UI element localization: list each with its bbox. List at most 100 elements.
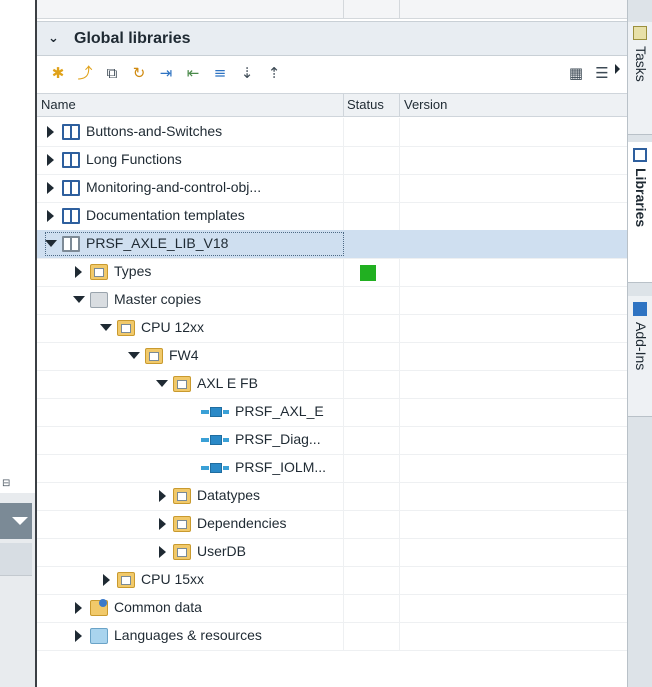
new-library-icon[interactable]: ✱ [49, 64, 67, 82]
book-icon [62, 152, 80, 168]
list-view-icon[interactable]: ☰ [593, 64, 611, 82]
expand-arrow-icon[interactable] [47, 182, 54, 194]
tree-row[interactable]: CPU 15xx [37, 566, 629, 595]
expand-arrow-icon[interactable] [47, 126, 54, 138]
tree-row-label: UserDB [197, 543, 247, 559]
database-icon[interactable]: ≡ [211, 64, 229, 82]
expand-arrow-icon[interactable] [159, 518, 166, 530]
library-toolbar: ✱ ⤴ ⧉ ↻ ⇥ ⇤ ≡ ⇣ ⇡ ▦ ☰ [37, 56, 629, 90]
global-libraries-header[interactable]: ⌄ Global libraries [37, 21, 629, 56]
tree-row[interactable]: AXL E FB [37, 370, 629, 399]
column-status[interactable]: Status [347, 97, 384, 112]
libraries-panel: ⌄ Global libraries ✱ ⤴ ⧉ ↻ ⇥ ⇤ ≡ ⇣ ⇡ ▦ ☰… [35, 0, 629, 687]
left-dropdown-button[interactable] [0, 503, 32, 539]
expand-arrow-icon[interactable] [75, 266, 82, 278]
collapse-arrow-icon[interactable] [156, 380, 168, 387]
folder-icon [173, 544, 191, 560]
tree-row-label: AXL E FB [197, 375, 258, 391]
sort-ascending-icon[interactable]: ⇡ [265, 64, 283, 82]
column-name[interactable]: Name [41, 97, 76, 112]
tree-row[interactable]: Buttons-and-Switches [37, 118, 629, 147]
export-icon[interactable]: ⇥ [157, 64, 175, 82]
tree-row[interactable]: PRSF_Diag... [37, 426, 629, 455]
folder-icon [173, 376, 191, 392]
open-library-icon[interactable]: ⤴ [76, 64, 94, 82]
copy-icon[interactable]: ⧉ [103, 64, 121, 82]
collapse-arrow-icon[interactable] [45, 240, 57, 247]
toolbar-overflow-arrow[interactable] [615, 64, 620, 74]
tree-row[interactable]: PRSF_IOLM... [37, 454, 629, 483]
folder-icon [145, 348, 163, 364]
tree-row[interactable]: PRSF_AXL_E [37, 398, 629, 427]
tasks-icon [633, 26, 647, 40]
tree-row-label: Buttons-and-Switches [86, 123, 223, 139]
tree-row[interactable]: Types [37, 258, 629, 287]
tree-row-label: Long Functions [86, 151, 182, 167]
right-task-cards: Tasks Libraries Add-Ins [627, 0, 652, 687]
previous-table-remnant [37, 0, 629, 19]
tab-label: Libraries [633, 168, 649, 228]
tree-row[interactable]: Long Functions [37, 146, 629, 175]
folder-icon [117, 572, 135, 588]
left-panel-field [0, 543, 32, 576]
update-icon[interactable]: ↻ [130, 64, 148, 82]
tree-row-selected[interactable]: PRSF_AXLE_LIB_V18 [37, 230, 629, 259]
collapse-arrow-icon[interactable] [100, 324, 112, 331]
common-data-icon [90, 599, 108, 616]
split-view-icon[interactable]: ⊟ [2, 478, 12, 490]
tree-row-label: PRSF_Diag... [235, 431, 321, 447]
collapse-arrow-icon[interactable] [73, 296, 85, 303]
tree-row[interactable]: Datatypes [37, 482, 629, 511]
tab-libraries[interactable]: Libraries [628, 142, 652, 283]
tab-label: Add-Ins [633, 322, 649, 371]
tree-row-label: Common data [114, 599, 202, 615]
collapse-arrow-icon[interactable] [128, 352, 140, 359]
function-block-icon [201, 407, 231, 417]
languages-icon [90, 628, 108, 644]
expand-arrow-icon[interactable] [75, 602, 82, 614]
column-version[interactable]: Version [404, 97, 447, 112]
tree-row[interactable]: Monitoring-and-control-obj... [37, 174, 629, 203]
types-folder-icon [90, 264, 108, 280]
expand-arrow-icon[interactable] [103, 574, 110, 586]
status-ok-indicator [360, 265, 376, 281]
tab-add-ins[interactable]: Add-Ins [628, 296, 652, 417]
library-view-icon[interactable]: ▦ [567, 64, 585, 82]
expand-arrow-icon[interactable] [47, 210, 54, 222]
folder-icon [117, 320, 135, 336]
tree-row-label: Master copies [114, 291, 202, 307]
book-grey-icon [62, 236, 80, 252]
tree-row[interactable]: UserDB [37, 538, 629, 567]
expand-arrow-icon[interactable] [47, 154, 54, 166]
book-icon [62, 180, 80, 196]
chevron-down-icon[interactable]: ⌄ [48, 31, 62, 46]
function-block-icon [201, 463, 231, 473]
section-title: Global libraries [74, 29, 191, 47]
expand-arrow-icon[interactable] [75, 630, 82, 642]
book-icon [62, 208, 80, 224]
tree-row[interactable]: CPU 12xx [37, 314, 629, 343]
tree-row-label: Documentation templates [86, 207, 245, 223]
tree-row-label: FW4 [169, 347, 199, 363]
tree-row[interactable]: FW4 [37, 342, 629, 371]
import-icon[interactable]: ⇤ [184, 64, 202, 82]
expand-arrow-icon[interactable] [159, 490, 166, 502]
sort-descending-icon[interactable]: ⇣ [238, 64, 256, 82]
tree-row[interactable]: Common data [37, 594, 629, 623]
tab-tasks[interactable]: Tasks [628, 22, 652, 135]
tab-label: Tasks [633, 46, 649, 82]
tree-row[interactable]: Master copies [37, 286, 629, 315]
tree-row-label: Monitoring-and-control-obj... [86, 179, 262, 195]
function-block-icon [201, 435, 231, 445]
tree-row[interactable]: Languages & resources [37, 622, 629, 651]
tree-row-label: CPU 12xx [141, 319, 205, 335]
folder-icon [173, 488, 191, 504]
expand-arrow-icon[interactable] [159, 546, 166, 558]
tree-row[interactable]: Dependencies [37, 510, 629, 539]
libraries-icon [633, 148, 647, 162]
tree-row-label: Datatypes [197, 487, 261, 503]
tree-row-label: Types [114, 263, 152, 279]
tree-row-label: Dependencies [197, 515, 287, 531]
folder-icon [90, 292, 108, 308]
tree-row[interactable]: Documentation templates [37, 202, 629, 231]
